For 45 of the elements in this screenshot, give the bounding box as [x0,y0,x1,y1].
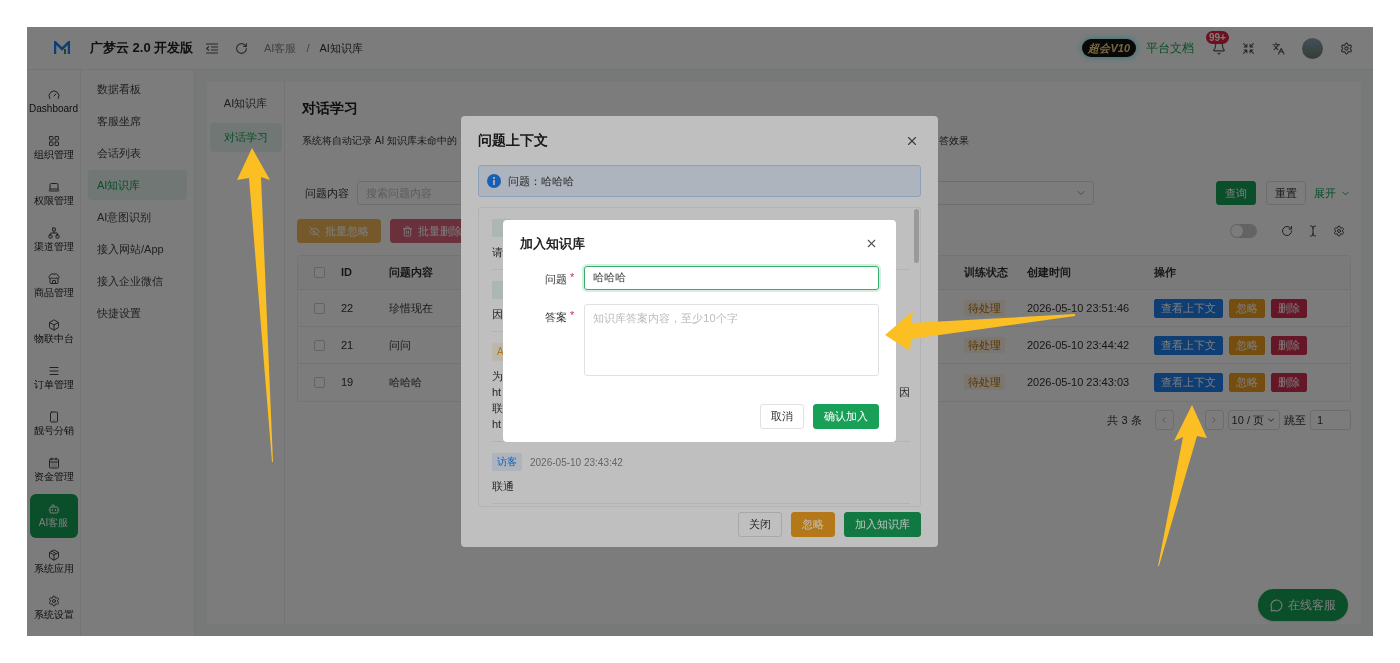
column-header: 操作 [1154,265,1176,281]
message-text: 因 [899,385,910,400]
column-header: 问题内容 [389,266,433,279]
required-mark: * [570,270,575,283]
column-header: ID [341,265,353,281]
table-cell-text: 22 [341,300,355,316]
app-title: 广梦云 2.0 开发版 [90,39,194,58]
status-tag: 待处理 [964,336,1005,353]
message-time: 2026-05-10 23:43:42 [530,455,623,470]
page-title: 对话学习 [301,99,359,118]
table-cell-text: 2026-05-10 23:44:42 [1027,337,1131,353]
field-label: 问题 [545,271,568,287]
column-header: 训练状态 [964,265,1009,281]
breadcrumb-separator: / [306,40,310,56]
message-text: 请 [492,245,503,260]
alert-text: 问题：哈哈哈 [508,173,574,189]
vip-badge: 超会V10 [1082,38,1136,58]
message-text: ht [492,385,502,400]
sender-tag: 访客 [492,453,522,471]
message-text: 联 [492,401,503,416]
page-description: 答效果 [939,134,969,148]
filter-label: 问题内容 [304,185,349,201]
total-count: 共 3 条 [1107,412,1142,428]
table-cell-text: 2026-05-10 23:43:03 [1027,375,1131,391]
message-text: 联通 [492,479,514,494]
field-label: 答案 [545,309,568,325]
required-mark: * [570,308,575,321]
table-cell: 问问 [389,338,411,351]
status-tag: 待处理 [964,299,1005,316]
dialog-title: 加入知识库 [520,235,585,253]
table-cell-text: 2026-05-10 23:51:46 [1027,300,1131,316]
table-cell: 哈哈哈 [389,376,422,389]
breadcrumb-current: AI知识库 [319,40,363,56]
table-cell: 珍惜现在 [389,301,433,314]
dialog-title: 问题上下文 [478,131,548,150]
column-header: 创建时间 [1027,265,1072,281]
notification-badge: 99+ [1206,31,1229,44]
table-cell-text: 19 [341,375,355,391]
page-description: 系统将自动记录 AI 知识库未命中的 [302,134,457,148]
message-text: ht [492,417,502,432]
jump-label: 跳至 [1284,412,1306,428]
status-tag: 待处理 [964,374,1005,391]
message-text: 为 [492,369,503,384]
table-cell-text: 21 [341,337,355,353]
message-text: 因 [492,307,503,322]
